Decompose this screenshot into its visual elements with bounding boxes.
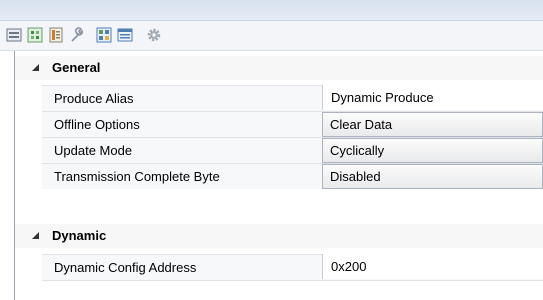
property-name: Dynamic Config Address xyxy=(54,260,197,275)
offline-options-dropdown[interactable]: Clear Data xyxy=(322,112,543,137)
alphabetical-view-icon[interactable] xyxy=(27,27,43,43)
list-view-icon[interactable] xyxy=(117,27,133,43)
category-general[interactable]: General xyxy=(15,56,543,80)
property-row-produce-alias[interactable]: Produce Alias Dynamic Produce xyxy=(42,85,543,111)
categorized-view-icon[interactable] xyxy=(6,27,22,43)
collapse-triangle-icon[interactable] xyxy=(31,63,40,72)
property-row-dynamic-config-address[interactable]: Dynamic Config Address 0x200 xyxy=(42,254,543,280)
property-pages-icon[interactable] xyxy=(48,27,64,43)
grid-left-border xyxy=(14,51,15,300)
update-mode-dropdown[interactable]: Cyclically xyxy=(322,138,543,163)
property-row-update-mode[interactable]: Update Mode Cyclically xyxy=(42,137,543,163)
property-name: Transmission Complete Byte xyxy=(54,169,220,184)
gear-icon[interactable] xyxy=(146,27,162,43)
category-label: General xyxy=(52,60,101,75)
grid-view-icon[interactable] xyxy=(96,27,112,43)
property-name: Produce Alias xyxy=(54,91,134,106)
category-dynamic[interactable]: Dynamic xyxy=(15,224,543,248)
property-value: 0x200 xyxy=(331,259,367,274)
property-row-offline-options[interactable]: Offline Options Clear Data xyxy=(42,111,543,137)
row-divider xyxy=(42,280,543,281)
property-toolbar xyxy=(0,21,543,51)
property-name: Offline Options xyxy=(54,117,140,132)
collapse-triangle-icon[interactable] xyxy=(31,231,40,240)
property-value: Disabled xyxy=(330,169,381,184)
property-value: Dynamic Produce xyxy=(331,90,434,105)
property-name: Update Mode xyxy=(54,143,133,158)
property-row-transmission-complete-byte[interactable]: Transmission Complete Byte Disabled xyxy=(42,163,543,189)
produce-alias-field[interactable]: Dynamic Produce xyxy=(322,85,543,110)
transmission-complete-byte-dropdown[interactable]: Disabled xyxy=(322,164,543,189)
property-value: Clear Data xyxy=(330,117,393,132)
property-value: Cyclically xyxy=(330,143,385,158)
category-label: Dynamic xyxy=(52,228,107,243)
title-strip xyxy=(0,0,543,21)
dynamic-config-address-field[interactable]: 0x200 xyxy=(322,254,543,279)
property-grid: General Produce Alias Dynamic Produce Of… xyxy=(0,51,543,300)
wrench-icon[interactable] xyxy=(69,27,85,43)
